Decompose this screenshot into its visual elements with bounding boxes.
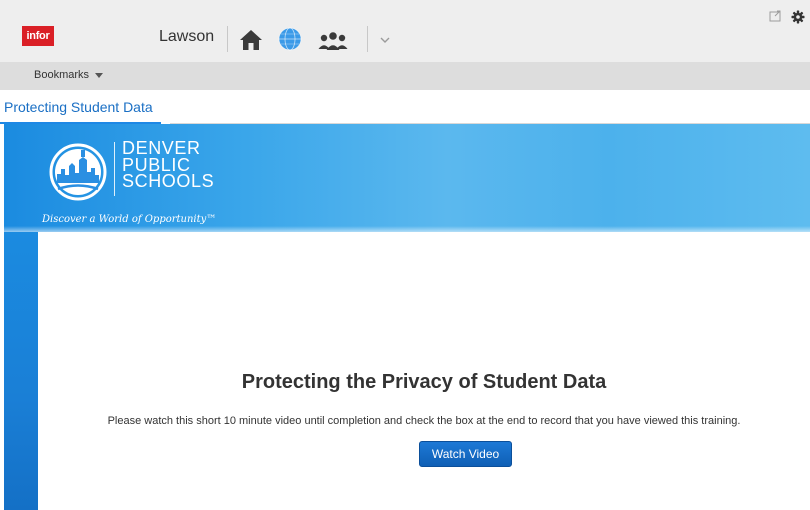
- instructions-text: Please watch this short 10 minute video …: [107, 415, 741, 427]
- globe-icon[interactable]: [278, 27, 302, 51]
- logo-divider: [114, 142, 115, 196]
- people-icon[interactable]: [317, 30, 349, 52]
- page-title: Protecting the Privacy of Student Data: [241, 371, 607, 393]
- divider: [367, 26, 368, 52]
- window-icon[interactable]: [769, 10, 781, 22]
- watch-video-button[interactable]: Watch Video: [419, 441, 512, 467]
- gear-icon[interactable]: [791, 10, 805, 24]
- tagline: Discover a World of Opportunity™: [42, 214, 217, 225]
- bookmarks-menu[interactable]: Bookmarks: [34, 69, 104, 81]
- bookmarks-bar: Bookmarks: [0, 62, 810, 90]
- home-icon[interactable]: [239, 29, 263, 51]
- divider: [227, 26, 228, 52]
- side-accent-bar: [4, 232, 38, 510]
- chevron-down-icon: [95, 72, 104, 78]
- infor-logo: infor: [22, 26, 54, 46]
- chevron-down-icon[interactable]: [380, 36, 390, 44]
- dps-logo: DENVER PUBLIC SCHOOLS Discover a World o…: [42, 138, 232, 232]
- main-content: Protecting the Privacy of Student Data P…: [38, 232, 810, 510]
- tab-protecting-student-data[interactable]: Protecting Student Data: [0, 96, 161, 124]
- dps-wordmark: DENVER PUBLIC SCHOOLS: [122, 139, 215, 191]
- top-header: infor Lawson: [0, 0, 810, 62]
- app-name: Lawson: [159, 28, 215, 45]
- bookmarks-label: Bookmarks: [34, 69, 90, 81]
- banner: DENVER PUBLIC SCHOOLS Discover a World o…: [4, 124, 810, 232]
- wordmark-line: SCHOOLS: [122, 171, 215, 191]
- dps-seal-logo: [49, 143, 107, 201]
